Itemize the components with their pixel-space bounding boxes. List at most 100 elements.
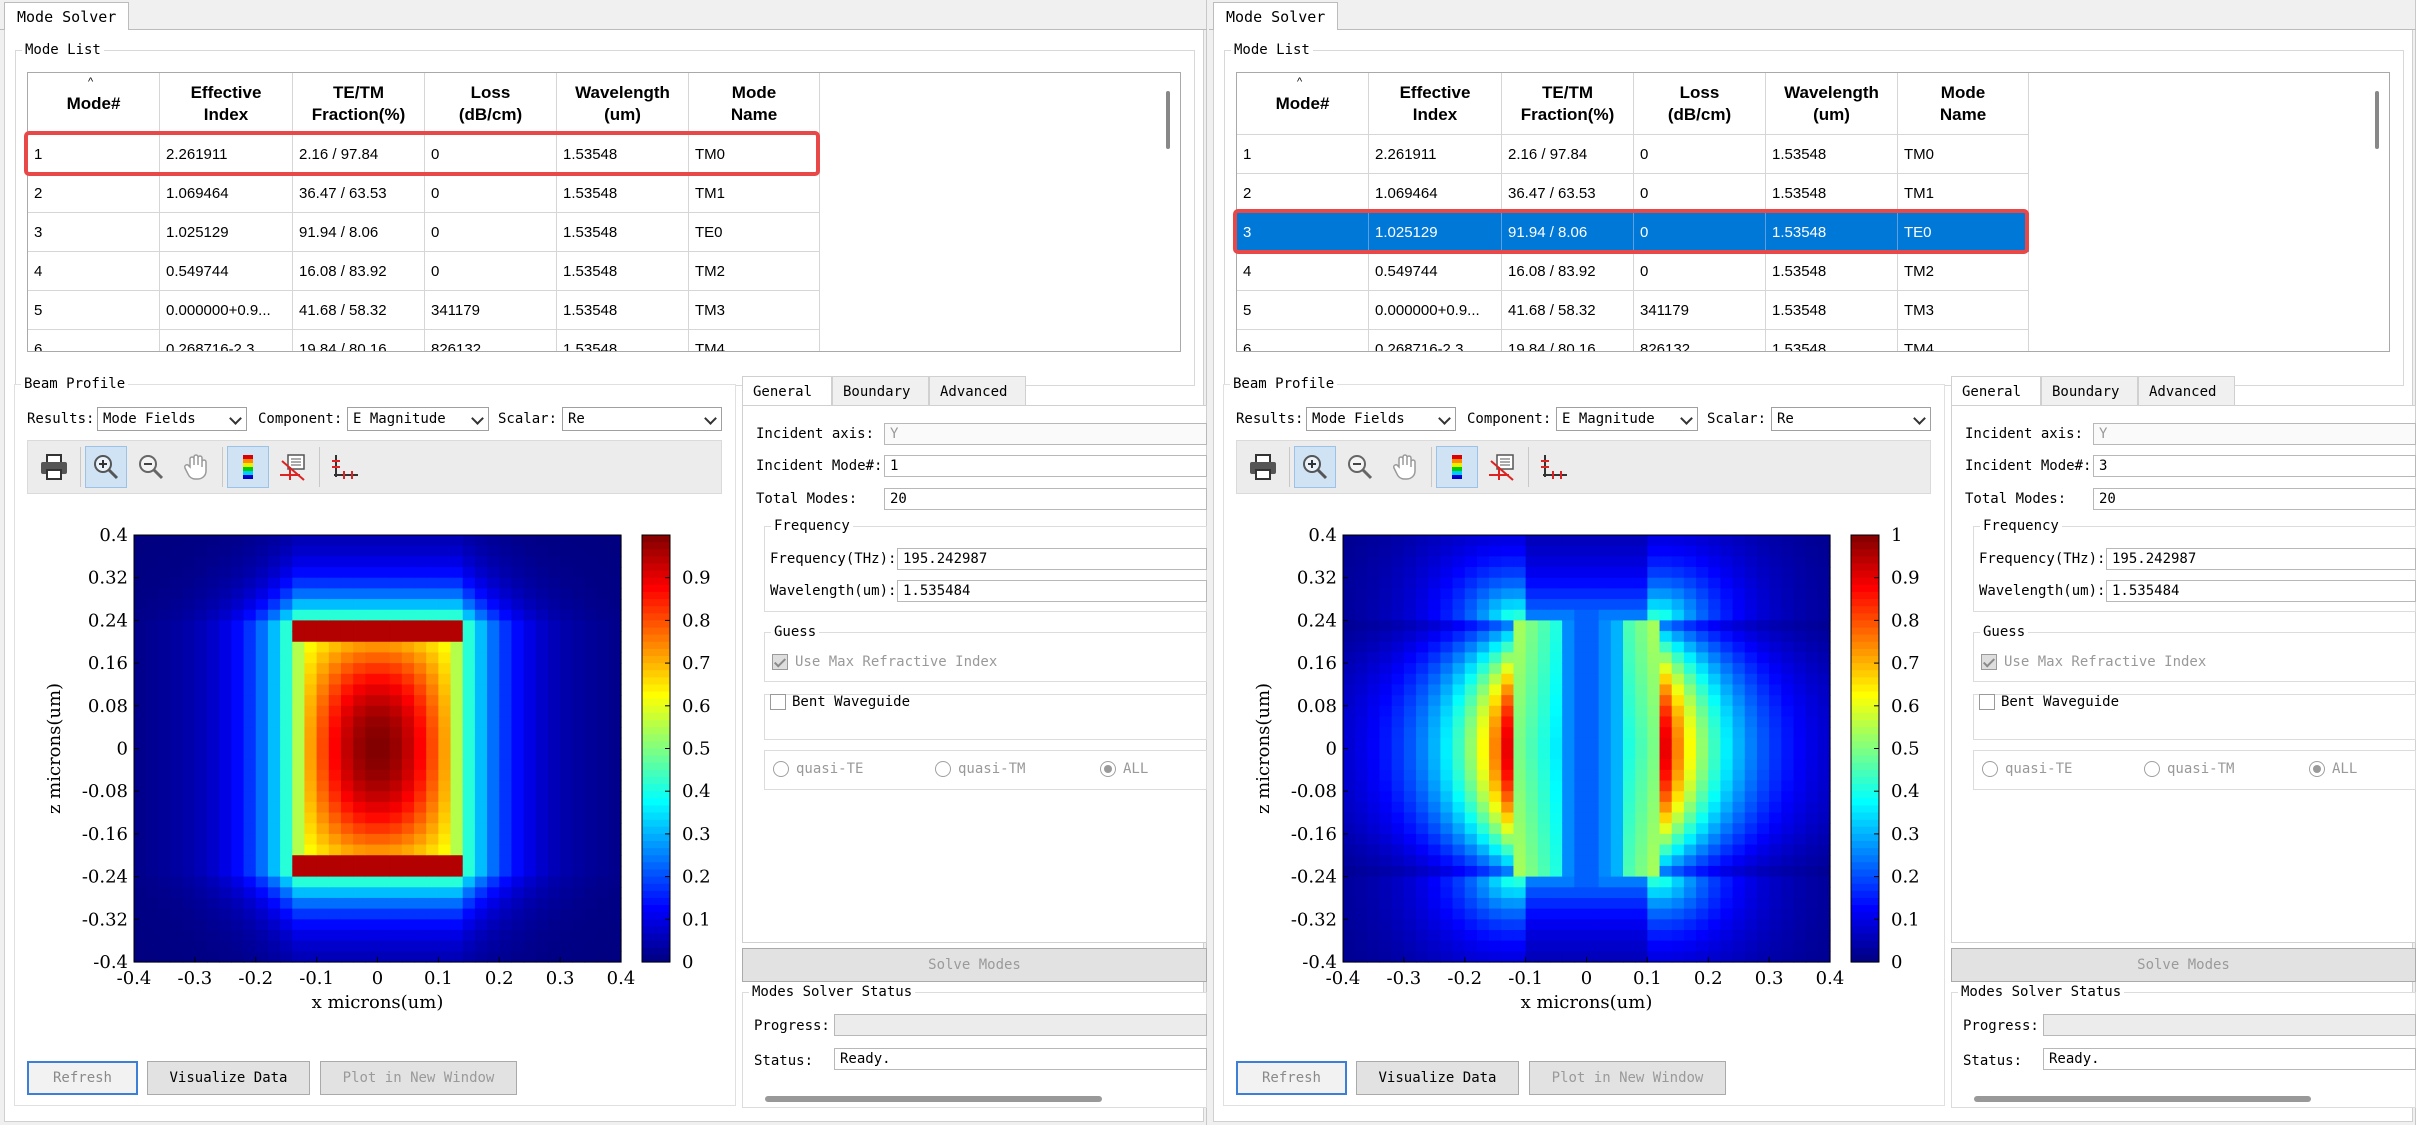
zoom-out-icon[interactable] — [1339, 446, 1381, 488]
column-header[interactable]: Effective Index — [160, 73, 293, 135]
heatmap-cell — [170, 769, 184, 782]
incident-mode-field[interactable]: 3 — [2093, 455, 2416, 477]
axes-icon[interactable] — [324, 446, 366, 488]
heatmap-cell — [377, 929, 391, 942]
refresh-button[interactable]: Refresh — [27, 1061, 138, 1095]
scrollbar-thumb[interactable] — [2375, 91, 2379, 149]
field-heatmap-svg[interactable]: -0.4 -0.3 -0.2 -0.1 0 0.1 0.2 0.3 0.40.40.320.24… — [1233, 515, 1933, 1015]
all-modes-radio[interactable] — [1100, 761, 1116, 777]
column-header[interactable]: Loss (dB/cm) — [425, 73, 557, 135]
tab-general[interactable]: General — [1951, 376, 2041, 406]
table-row[interactable]: 3 1.025129 91.94 / 8.06 0 1.53548 TE0 — [1237, 213, 2029, 252]
total-modes-field[interactable]: 20 — [2093, 488, 2416, 510]
tab-advanced[interactable]: Advanced — [2138, 376, 2235, 406]
axes-icon[interactable] — [1533, 446, 1575, 488]
scrollbar-thumb[interactable] — [1166, 91, 1170, 149]
scalar-dropdown[interactable]: Re — [562, 407, 722, 431]
column-header[interactable]: TE/TM Fraction(%) — [1502, 73, 1634, 135]
print-icon[interactable] — [33, 446, 75, 488]
table-row[interactable]: 6 0.268716-2.3... 19.84 / 80.16 826132 1.535… — [1237, 330, 2029, 351]
column-header[interactable]: Mode Name — [689, 73, 820, 135]
heatmap-cell — [608, 887, 622, 899]
component-dropdown[interactable]: E Magnitude — [347, 407, 489, 431]
pan-hand-icon[interactable] — [1384, 446, 1426, 488]
field-heatmap-svg[interactable]: -0.4 -0.3 -0.2 -0.1 0 0.1 0.2 0.3 0.40.40.320.24… — [24, 515, 724, 1015]
solve-modes-button[interactable]: Solve Modes — [1951, 948, 2416, 982]
column-header[interactable]: Loss (dB/cm) — [1634, 73, 1766, 135]
horizontal-scrollbar-thumb[interactable] — [1974, 1096, 2311, 1102]
table-row[interactable]: 1 2.261911 2.16 / 97.84 0 1.53548 TM0 — [28, 135, 820, 174]
cursor-data-icon[interactable] — [1481, 446, 1523, 488]
frequency-field[interactable]: 195.242987 — [2106, 548, 2416, 570]
heatmap-cell — [1476, 556, 1490, 568]
bent-waveguide-checkbox[interactable] — [770, 694, 786, 710]
table-vertical-scrollbar[interactable] — [2367, 73, 2389, 351]
column-header[interactable]: Effective Index — [1369, 73, 1502, 135]
column-header[interactable]: Mode Name — [1898, 73, 2029, 135]
component-dropdown[interactable]: E Magnitude — [1556, 407, 1698, 431]
solve-modes-button[interactable]: Solve Modes — [742, 948, 1207, 982]
visualize-data-button[interactable]: Visualize Data — [147, 1061, 310, 1095]
colormap-icon[interactable] — [227, 446, 269, 488]
total-modes-field[interactable]: 20 — [884, 488, 1207, 510]
table-row[interactable]: 6 0.268716-2.3... 19.84 / 80.16 826132 1.535… — [28, 330, 820, 351]
table-row[interactable]: 4 0.549744 16.08 / 83.92 0 1.53548 TM2 — [1237, 252, 2029, 291]
all-modes-radio[interactable] — [2309, 761, 2325, 777]
tab-general[interactable]: General — [742, 376, 832, 406]
table-row[interactable]: 5 0.000000+0.9... 41.68 / 58.32 341179 1.535… — [28, 291, 820, 330]
visualize-data-button[interactable]: Visualize Data — [1356, 1061, 1519, 1095]
column-header[interactable]: Mode# ^ — [28, 73, 160, 135]
column-header[interactable]: Wavelength (um) — [557, 73, 689, 135]
scalar-dropdown[interactable]: Re — [1771, 407, 1931, 431]
quasi-tm-radio[interactable] — [935, 761, 951, 777]
zoom-in-icon[interactable] — [85, 446, 127, 488]
tab-advanced[interactable]: Advanced — [929, 376, 1026, 406]
quasi-tm-radio[interactable] — [2144, 761, 2160, 777]
table-row[interactable]: 1 2.261911 2.16 / 97.84 0 1.53548 TM0 — [1237, 135, 2029, 174]
use-max-index-checkbox[interactable] — [772, 654, 788, 670]
results-dropdown[interactable]: Mode Fields — [1306, 407, 1456, 431]
pan-hand-icon[interactable] — [175, 446, 217, 488]
plot-in-new-window-button[interactable]: Plot in New Window — [1529, 1061, 1726, 1095]
column-header[interactable]: Wavelength (um) — [1766, 73, 1898, 135]
table-row[interactable]: 2 1.069464 36.47 / 63.53 0 1.53548 TM1 — [1237, 174, 2029, 213]
cursor-data-icon[interactable] — [272, 446, 314, 488]
tab-mode-solver[interactable]: Mode Solver — [4, 2, 130, 31]
table-row[interactable]: 3 1.025129 91.94 / 8.06 0 1.53548 TE0 — [28, 213, 820, 252]
colormap-icon[interactable] — [1436, 446, 1478, 488]
colorbar-segment — [642, 627, 670, 636]
wavelength-field[interactable]: 1.535484 — [2106, 580, 2416, 602]
tab-boundary[interactable]: Boundary — [2041, 376, 2138, 406]
table-row[interactable]: 5 0.000000+0.9... 41.68 / 58.32 341179 1.535… — [1237, 291, 2029, 330]
column-header[interactable]: TE/TM Fraction(%) — [293, 73, 425, 135]
column-header[interactable]: Mode# ^ — [1237, 73, 1369, 135]
refresh-button[interactable]: Refresh — [1236, 1061, 1347, 1095]
heatmap-cell — [158, 588, 172, 600]
print-icon[interactable] — [1242, 446, 1284, 488]
table-row[interactable]: 4 0.549744 16.08 / 83.92 0 1.53548 TM2 — [28, 252, 820, 291]
table-vertical-scrollbar[interactable] — [1158, 73, 1180, 351]
tab-boundary[interactable]: Boundary — [832, 376, 929, 406]
field-plot[interactable]: -0.4 -0.3 -0.2 -0.1 0 0.1 0.2 0.3 0.4 0.4 0.32 0.24… — [24, 515, 724, 1015]
bent-waveguide-checkbox[interactable] — [1979, 694, 1995, 710]
table-row[interactable]: 2 1.069464 36.47 / 63.53 0 1.53548 TM1 — [28, 174, 820, 213]
zoom-in-icon[interactable] — [1294, 446, 1336, 488]
field-plot[interactable]: -0.4 -0.3 -0.2 -0.1 0 0.1 0.2 0.3 0.4 0.4 0.32 0.24… — [1233, 515, 1933, 1015]
heatmap-cell — [1769, 556, 1782, 568]
zoom-out-icon[interactable] — [130, 446, 172, 488]
quasi-te-radio[interactable] — [1982, 761, 1998, 777]
tab-mode-solver[interactable]: Mode Solver — [1213, 2, 1339, 31]
incident-mode-field[interactable]: 1 — [884, 455, 1207, 477]
use-max-index-checkbox[interactable] — [1981, 654, 1997, 670]
heatmap-cell — [1744, 599, 1758, 611]
quasi-te-radio[interactable] — [773, 761, 789, 777]
results-dropdown[interactable]: Mode Fields — [97, 407, 247, 431]
plot-in-new-window-button[interactable]: Plot in New Window — [320, 1061, 517, 1095]
horizontal-scrollbar-thumb[interactable] — [765, 1096, 1102, 1102]
wavelength-field[interactable]: 1.535484 — [897, 580, 1207, 602]
frequency-field[interactable]: 195.242987 — [897, 548, 1207, 570]
colorbar-segment — [642, 905, 670, 913]
colorbar-segment — [1851, 812, 1879, 821]
heatmap-cell — [426, 780, 439, 792]
heatmap-cell — [426, 716, 439, 728]
